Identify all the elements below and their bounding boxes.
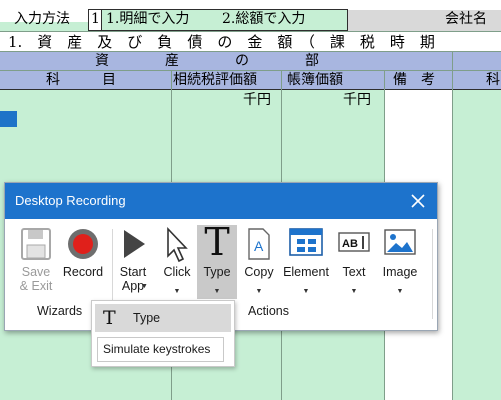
grid-line — [452, 52, 453, 400]
record-button[interactable]: Record — [59, 225, 107, 299]
company-name-label: 会社名 — [445, 11, 487, 27]
copy-icon: A — [248, 228, 270, 260]
text-label: Text — [342, 265, 366, 279]
assets-section-header: 資 産 の 部 — [95, 53, 319, 69]
play-icon — [124, 230, 145, 258]
grid-line — [0, 31, 501, 32]
floppy-disk-icon — [21, 228, 51, 260]
selection-marker — [0, 111, 17, 127]
input-method-label: 入力方法 — [14, 11, 70, 27]
column-header-remarks: 備 考 — [393, 72, 435, 88]
chevron-down-icon: ▼ — [302, 288, 310, 295]
wizards-group-label: Wizards — [37, 304, 83, 318]
close-button[interactable] — [409, 192, 427, 210]
unit-label-book: 千円 — [343, 92, 371, 108]
type-dropdown-menu: T Type Simulate keystrokes — [91, 300, 235, 367]
type-icon: T — [103, 307, 116, 329]
actions-group-label: Actions — [248, 304, 289, 318]
save-exit-button: Save & Exit — [15, 225, 57, 299]
chevron-down-icon: ▼ — [173, 288, 181, 295]
close-icon — [411, 194, 425, 208]
svg-text:A: A — [254, 238, 264, 254]
cursor-icon — [167, 227, 188, 263]
column-header-book-value: 帳簿価額 — [287, 72, 343, 88]
image-icon — [384, 229, 416, 255]
start-app-button[interactable]: Start App ▼ — [115, 225, 151, 299]
tooltip: Simulate keystrokes — [97, 337, 224, 362]
type-icon: T — [204, 220, 230, 264]
click-label: Click — [163, 265, 191, 279]
chevron-down-icon: ▼ — [213, 288, 221, 295]
section-title: 1. 資 産 及 び 負 債 の 金 額 （ 課 税 時 期 — [8, 33, 435, 51]
click-button[interactable]: Click ▼ — [157, 225, 197, 299]
input-method-value[interactable]: 1 — [91, 10, 100, 28]
text-icon: AB — [338, 232, 370, 252]
record-label: Record — [62, 265, 104, 279]
text-button[interactable]: AB Text ▼ — [337, 225, 371, 299]
record-icon — [68, 229, 98, 259]
copy-label: Copy — [244, 265, 274, 279]
type-button[interactable]: T Type ▼ — [197, 221, 237, 299]
chevron-down-icon: ▼ — [255, 288, 263, 295]
toolbar-separator — [432, 229, 433, 319]
column-header-inheritance-value: 相続税評価額 — [173, 72, 257, 88]
image-button[interactable]: Image ▼ — [379, 225, 421, 299]
copy-button[interactable]: A Copy ▼ — [241, 225, 277, 299]
chevron-down-icon: ▼ — [141, 283, 148, 290]
element-icon — [289, 228, 323, 256]
chevron-down-icon: ▼ — [396, 288, 404, 295]
column-header-account-right: 科 — [486, 72, 500, 88]
type-label: Type — [203, 265, 231, 279]
dialog-title-bar[interactable]: Desktop Recording — [5, 183, 437, 219]
menu-item-type[interactable]: T Type — [95, 304, 231, 332]
element-label: Element — [283, 265, 329, 279]
option-total: 2.総額で入力 — [222, 11, 306, 27]
menu-item-type-label: Type — [133, 311, 161, 325]
option-itemized: 1.明細で入力 — [106, 11, 190, 27]
image-label: Image — [382, 265, 418, 279]
column-header-account: 科 目 — [46, 72, 116, 88]
svg-text:AB: AB — [342, 238, 358, 250]
grid-line — [0, 89, 501, 90]
save-exit-label: Save & Exit — [19, 265, 53, 293]
dialog-title: Desktop Recording — [15, 193, 126, 208]
element-button[interactable]: Element ▼ — [281, 225, 331, 299]
chevron-down-icon: ▼ — [350, 288, 358, 295]
unit-label-inheritance: 千円 — [243, 92, 271, 108]
